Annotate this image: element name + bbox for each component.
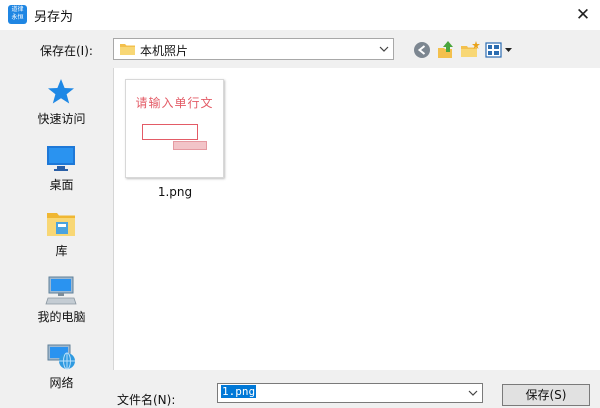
desktop-icon xyxy=(47,146,75,171)
places-bar: 快速访问 桌面 库 我的电脑 网络 xyxy=(12,68,111,401)
back-button[interactable] xyxy=(412,40,432,60)
file-list[interactable]: 请输入单行文 1.png xyxy=(113,68,600,370)
location-dropdown[interactable]: 本机照片 xyxy=(113,38,394,60)
close-icon: ✕ xyxy=(575,5,591,25)
file-name[interactable]: 1.png xyxy=(140,185,210,199)
title-bar: 道律 永恒 另存为 ✕ xyxy=(0,0,600,30)
place-label: 我的电脑 xyxy=(37,310,86,324)
place-label: 网络 xyxy=(49,376,74,390)
up-folder-icon xyxy=(438,41,453,58)
place-label: 快速访问 xyxy=(37,112,86,126)
network-icon xyxy=(47,344,75,370)
thumbnail-button-shape xyxy=(173,141,207,150)
computer-icon xyxy=(45,276,77,305)
up-folder-button[interactable] xyxy=(436,40,456,60)
folder-icon xyxy=(120,44,135,55)
location-value: 本机照片 xyxy=(140,44,189,58)
thumbnail-input-box xyxy=(142,124,198,140)
filename-input[interactable]: 1.png xyxy=(217,383,483,403)
file-thumbnail[interactable]: 请输入单行文 xyxy=(125,79,224,178)
save-in-label: 保存在(I): xyxy=(40,44,93,58)
back-arrow-icon xyxy=(414,42,430,58)
view-grid-icon xyxy=(485,42,512,58)
place-label: 库 xyxy=(55,244,68,258)
new-folder-icon xyxy=(461,41,480,57)
place-label: 桌面 xyxy=(49,178,74,192)
view-menu-button[interactable] xyxy=(485,40,515,60)
chevron-down-icon[interactable] xyxy=(376,41,392,57)
close-button[interactable]: ✕ xyxy=(570,3,596,27)
new-folder-button[interactable] xyxy=(460,40,480,60)
filename-value[interactable]: 1.png xyxy=(221,385,257,398)
star-icon xyxy=(48,79,74,104)
library-icon xyxy=(47,213,75,236)
app-icon: 道律 永恒 xyxy=(8,5,27,24)
thumbnail-text: 请输入单行文 xyxy=(135,96,214,110)
chevron-down-icon[interactable] xyxy=(466,386,480,400)
filename-label: 文件名(N): xyxy=(117,393,176,407)
window-title: 另存为 xyxy=(34,10,74,25)
